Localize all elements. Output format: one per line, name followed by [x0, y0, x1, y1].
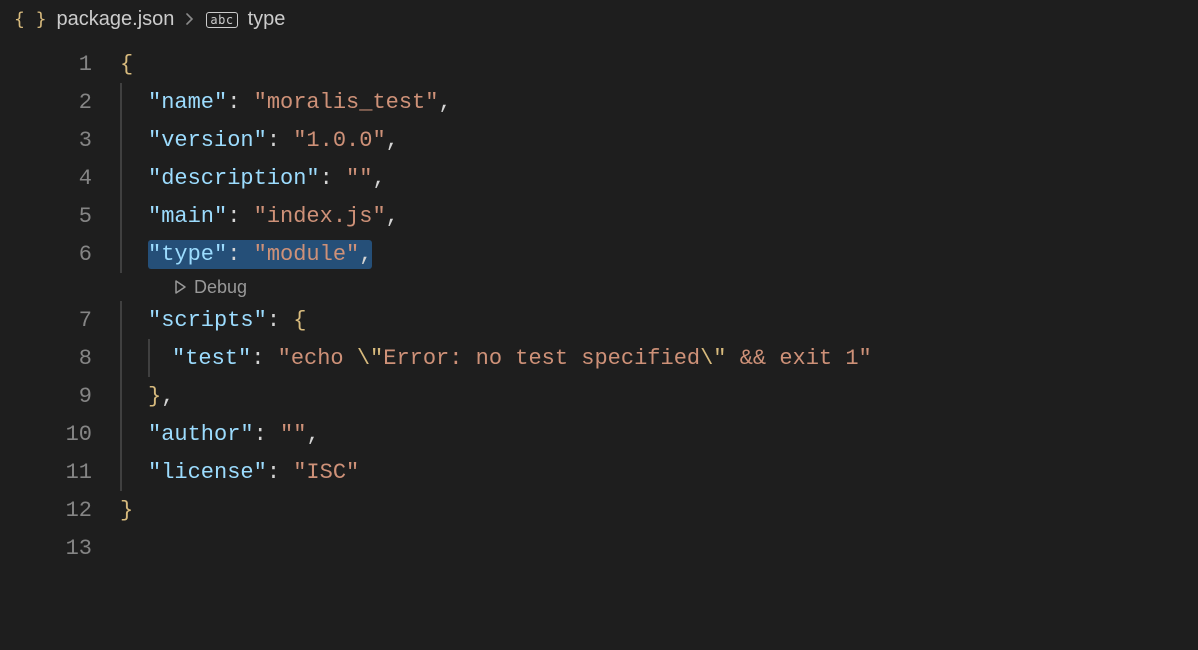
line-number: 8: [0, 346, 120, 371]
json-value: "module": [254, 242, 360, 267]
breadcrumb-property[interactable]: type: [248, 8, 286, 31]
line-number: 12: [0, 498, 120, 523]
debug-label[interactable]: Debug: [194, 277, 247, 298]
line-number: 2: [0, 90, 120, 115]
json-key: "description": [148, 166, 320, 191]
json-value: "": [346, 166, 372, 191]
string-property-icon: abc: [206, 12, 237, 28]
chevron-right-icon: [184, 9, 196, 30]
json-key: "author": [148, 422, 254, 447]
code-line[interactable]: 12 }: [0, 491, 1198, 529]
code-line[interactable]: 4 "description": "",: [0, 159, 1198, 197]
line-number: 3: [0, 128, 120, 153]
json-key: "scripts": [148, 308, 267, 333]
code-line[interactable]: 9 },: [0, 377, 1198, 415]
line-number: 10: [0, 422, 120, 447]
code-line[interactable]: 5 "main": "index.js",: [0, 197, 1198, 235]
json-value: "moralis_test": [254, 90, 439, 115]
code-line[interactable]: 6 "type": "module",: [0, 235, 1198, 273]
code-line[interactable]: 10 "author": "",: [0, 415, 1198, 453]
json-key: "main": [148, 204, 227, 229]
line-number: 1: [0, 52, 120, 77]
json-value: "": [280, 422, 306, 447]
brace-close: }: [120, 498, 133, 523]
breadcrumb-filename[interactable]: package.json: [57, 8, 175, 31]
json-key: "name": [148, 90, 227, 115]
json-value: "ISC": [293, 460, 359, 485]
brace-open: {: [120, 52, 133, 77]
json-key: "license": [148, 460, 267, 485]
line-number: 7: [0, 308, 120, 333]
json-value: "index.js": [254, 204, 386, 229]
selection-highlight: "type": "module",: [148, 240, 372, 269]
line-number: 13: [0, 536, 120, 561]
play-icon: [172, 279, 188, 295]
line-number: 6: [0, 242, 120, 267]
code-line[interactable]: 11 "license": "ISC": [0, 453, 1198, 491]
json-value: "echo \"Error: no test specified\" && ex…: [278, 346, 872, 371]
line-number: 5: [0, 204, 120, 229]
json-key: "type": [148, 242, 227, 267]
json-value: "1.0.0": [293, 128, 385, 153]
json-key: "version": [148, 128, 267, 153]
code-line[interactable]: 1 {: [0, 45, 1198, 83]
line-number: 11: [0, 460, 120, 485]
line-number: 4: [0, 166, 120, 191]
json-file-icon: { }: [14, 9, 47, 30]
code-line[interactable]: 7 "scripts": {: [0, 301, 1198, 339]
code-line[interactable]: 8 "test": "echo \"Error: no test specifi…: [0, 339, 1198, 377]
line-number: 9: [0, 384, 120, 409]
breadcrumb: { } package.json abc type: [0, 0, 1198, 39]
json-key: "test": [172, 346, 251, 371]
code-line[interactable]: 2 "name": "moralis_test",: [0, 83, 1198, 121]
code-editor[interactable]: 1 { 2 "name": "moralis_test", 3 "version…: [0, 39, 1198, 567]
debug-codelens[interactable]: Debug: [0, 273, 1198, 301]
code-line[interactable]: 13: [0, 529, 1198, 567]
code-line[interactable]: 3 "version": "1.0.0",: [0, 121, 1198, 159]
